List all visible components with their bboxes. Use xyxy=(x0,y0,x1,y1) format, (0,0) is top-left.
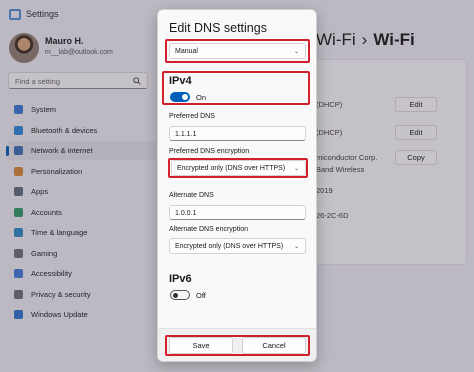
alternate-dns-label: Alternate DNS xyxy=(169,192,214,199)
cancel-button[interactable]: Cancel xyxy=(242,337,306,354)
preferred-encryption-select[interactable]: Encrypted only (DNS over HTTPS) ⌄ xyxy=(171,160,306,176)
ipv4-toggle[interactable] xyxy=(170,92,190,102)
ipv6-heading: IPv6 xyxy=(169,273,192,285)
preferred-encryption-label: Preferred DNS encryption xyxy=(169,148,250,155)
preferred-dns-field[interactable]: 1.1.1.1 xyxy=(169,126,306,141)
chevron-down-icon: ⌄ xyxy=(293,166,299,172)
chevron-down-icon: ⌄ xyxy=(293,244,299,250)
alternate-encryption-select[interactable]: Encrypted only (DNS over HTTPS) ⌄ xyxy=(169,238,306,254)
dialog-title: Edit DNS settings xyxy=(169,21,267,35)
ipv4-toggle-label: On xyxy=(196,93,207,102)
ipv6-toggle[interactable] xyxy=(170,290,190,300)
save-button[interactable]: Save xyxy=(169,337,233,354)
alternate-dns-field[interactable]: 1.0.0.1 xyxy=(169,205,306,220)
dialog-footer: Save Cancel xyxy=(158,328,316,361)
ipv6-toggle-label: Off xyxy=(196,291,206,300)
alternate-encryption-label: Alternate DNS encryption xyxy=(169,226,248,233)
preferred-dns-value: 1.1.1.1 xyxy=(175,130,197,138)
preferred-dns-label: Preferred DNS xyxy=(169,113,215,120)
ipv4-heading: IPv4 xyxy=(169,75,192,87)
alternate-dns-value: 1.0.0.1 xyxy=(175,209,197,217)
edit-dns-dialog: Edit DNS settings Manual ⌄ IPv4 On Prefe… xyxy=(157,9,317,362)
dns-mode-select[interactable]: Manual ⌄ xyxy=(169,43,306,59)
alternate-encryption-value: Encrypted only (DNS over HTTPS) xyxy=(175,242,284,250)
preferred-encryption-value: Encrypted only (DNS over HTTPS) xyxy=(177,164,286,172)
chevron-down-icon: ⌄ xyxy=(293,49,299,55)
dns-mode-value: Manual xyxy=(175,47,198,55)
